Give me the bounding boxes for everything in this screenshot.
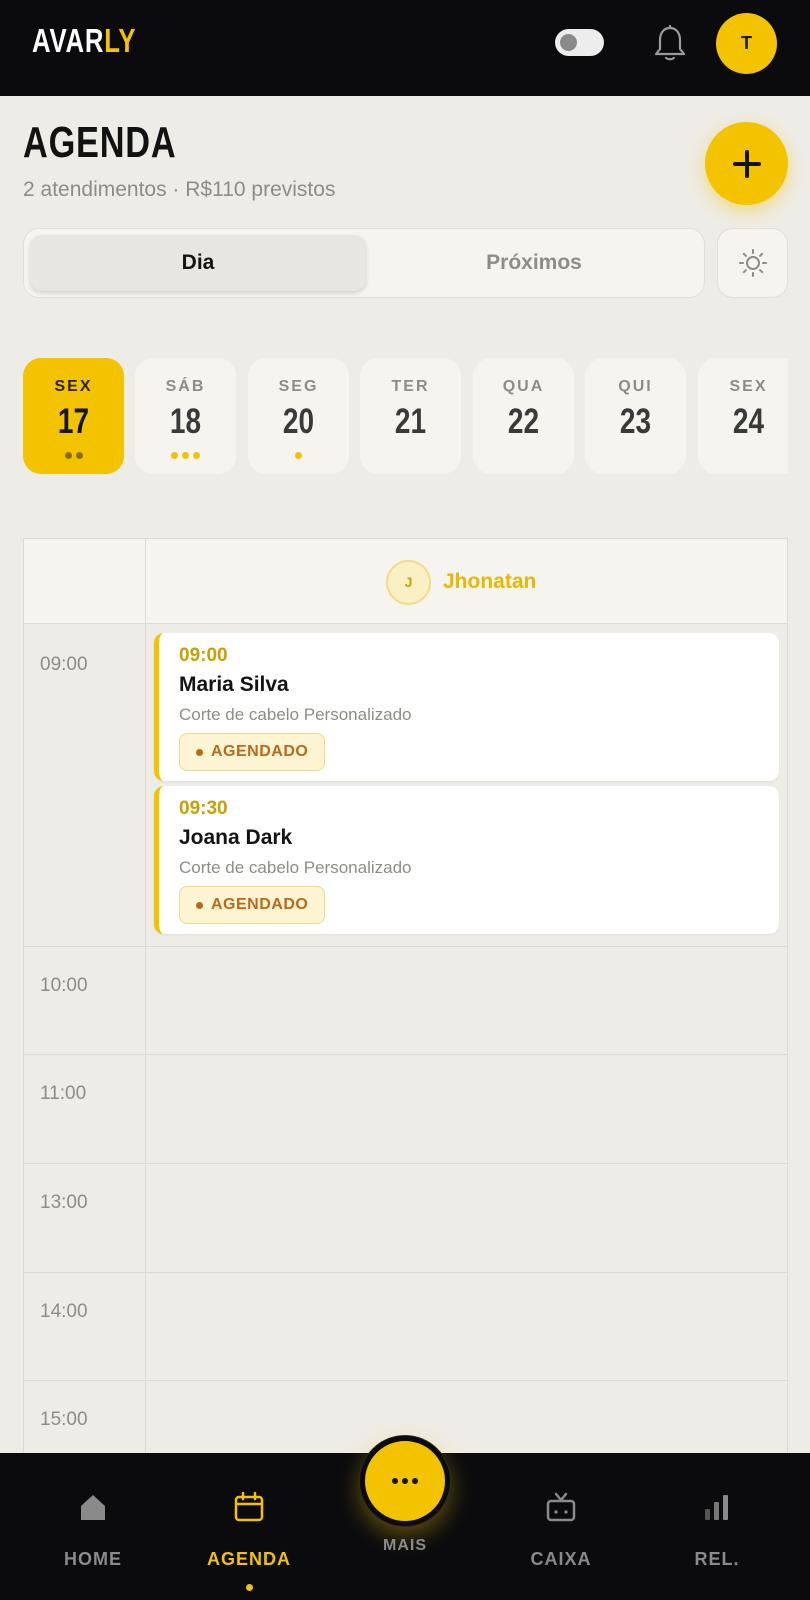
- appointment-client: Joana Dark: [179, 826, 293, 849]
- day-appointment-dots: [23, 452, 124, 459]
- day-appointment-dots: [248, 452, 349, 459]
- day-card[interactable]: QUA 22: [473, 358, 574, 474]
- row-divider: [24, 1054, 787, 1055]
- status-badge: AGENDADO: [179, 886, 326, 924]
- professional-name: Jhonatan: [443, 570, 537, 593]
- register-icon: [546, 1492, 576, 1522]
- professional-header: J Jhonatan: [24, 539, 787, 624]
- app-logo[interactable]: AVARLY: [32, 22, 136, 60]
- day-number: 17: [57, 402, 90, 441]
- nav-mais-label: MAIS: [383, 1537, 427, 1554]
- day-number: 23: [619, 402, 652, 441]
- nav-label: AGENDA: [206, 1549, 291, 1569]
- time-column-divider: [145, 539, 146, 1456]
- bar-chart-icon: [705, 1495, 728, 1520]
- calendar-icon: [234, 1491, 264, 1522]
- status-dot: [196, 901, 203, 909]
- appointment-service: Corte de cabelo Personalizado: [179, 858, 412, 877]
- page-subtitle: 2 atendimentos · R$110 previstos: [23, 178, 336, 201]
- page-title: AGENDA: [23, 118, 177, 167]
- day-weekday: QUI: [618, 378, 653, 395]
- professional-column-header[interactable]: J Jhonatan: [386, 559, 536, 605]
- plus-icon: [732, 149, 761, 178]
- nav-caixa[interactable]: CAIXA: [496, 1453, 626, 1600]
- time-slot-label: 15:00: [40, 1409, 88, 1430]
- day-card[interactable]: QUI 23: [585, 358, 686, 474]
- time-slot-label: 10:00: [40, 975, 88, 996]
- appointment-card[interactable]: 09:30 Joana Dark Corte de cabelo Persona…: [154, 786, 779, 934]
- sun-gear-icon: [738, 249, 767, 277]
- logo-accent-text: LY: [104, 22, 137, 59]
- nav-agenda[interactable]: AGENDA: [184, 1453, 314, 1600]
- day-weekday: QUA: [502, 378, 545, 395]
- add-appointment-button[interactable]: [705, 122, 788, 205]
- status-dot: [196, 748, 203, 756]
- day-number: 21: [394, 402, 427, 441]
- nav-home[interactable]: HOME: [28, 1453, 158, 1600]
- user-avatar[interactable]: T: [716, 13, 777, 74]
- nav-relatorios[interactable]: REL.: [652, 1453, 782, 1600]
- day-weekday: TER: [391, 378, 430, 395]
- day-number: 20: [282, 402, 315, 441]
- time-slot-label: 09:00: [40, 654, 88, 675]
- day-appointment-dots: [135, 452, 236, 459]
- settings-button[interactable]: [717, 228, 788, 298]
- day-number: 18: [169, 402, 202, 441]
- time-slot-label: 11:00: [40, 1083, 87, 1104]
- nav-mais-button[interactable]: [360, 1436, 450, 1526]
- status-badge: AGENDADO: [179, 733, 326, 771]
- logo-text: AVAR: [32, 22, 105, 59]
- theme-toggle[interactable]: [555, 29, 604, 56]
- tab-dia[interactable]: Dia: [30, 235, 366, 291]
- appointment-client: Maria Silva: [179, 673, 289, 696]
- day-card[interactable]: SÁB 18: [135, 358, 236, 474]
- day-weekday: SEX: [729, 378, 768, 395]
- tab-proximos[interactable]: Próximos: [366, 235, 702, 291]
- toggle-knob: [560, 34, 577, 51]
- time-slot-label: 14:00: [40, 1301, 88, 1322]
- appointment-service: Corte de cabelo Personalizado: [179, 705, 412, 724]
- status-label: AGENDADO: [211, 743, 309, 760]
- row-divider: [24, 1272, 787, 1273]
- professional-avatar: J: [386, 559, 431, 605]
- more-dots-icon: [392, 1478, 418, 1484]
- day-weekday: SEG: [278, 378, 319, 395]
- nav-label: REL.: [694, 1549, 740, 1569]
- day-number: 22: [507, 402, 540, 441]
- view-segmented-control: Dia Próximos: [23, 228, 705, 298]
- time-slot-label: 13:00: [40, 1192, 88, 1213]
- status-label: AGENDADO: [211, 896, 309, 913]
- day-number: 24: [732, 402, 765, 441]
- row-divider: [24, 1380, 787, 1381]
- calendar-grid: J Jhonatan 09:00 10:00 11:00 13:00 14:00…: [23, 538, 788, 1456]
- home-icon: [81, 1495, 105, 1520]
- day-selector: SEX 17 SÁB 18 SEG 20 TER 21 QUA 22 QUI 2…: [23, 358, 788, 476]
- bell-icon[interactable]: [651, 24, 689, 64]
- day-card[interactable]: TER 21: [360, 358, 461, 474]
- day-card[interactable]: SEX 17: [23, 358, 124, 474]
- nav-label: CAIXA: [530, 1549, 592, 1569]
- appointment-card[interactable]: 09:00 Maria Silva Corte de cabelo Person…: [154, 633, 779, 781]
- day-weekday: SÁB: [165, 378, 206, 395]
- row-divider: [24, 946, 787, 947]
- row-divider: [24, 1163, 787, 1164]
- day-weekday: SEX: [54, 378, 93, 395]
- day-card[interactable]: SEG 20: [248, 358, 349, 474]
- appointment-time: 09:00: [179, 645, 228, 666]
- appointment-time: 09:30: [179, 798, 228, 819]
- nav-label: HOME: [64, 1549, 122, 1569]
- top-bar: AVARLY T: [0, 0, 810, 96]
- day-card[interactable]: SEX 24: [698, 358, 788, 474]
- active-indicator: [246, 1584, 253, 1591]
